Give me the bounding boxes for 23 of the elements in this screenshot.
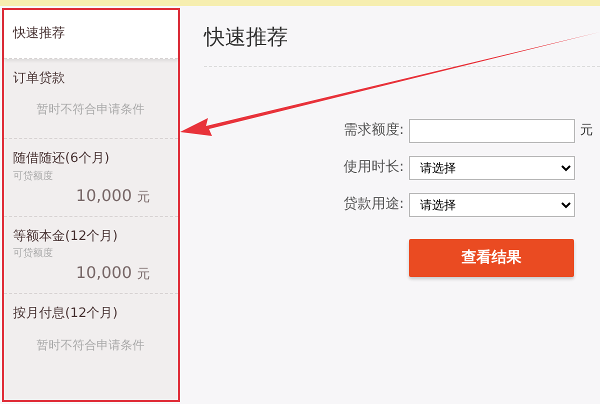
dropdown-select[interactable]: 请选择 <box>409 156 575 180</box>
amount-input[interactable] <box>409 118 575 142</box>
dropdown-select[interactable]: 请选择 <box>409 192 575 216</box>
item-title: 等额本金(12个月) <box>13 228 119 246</box>
sidebar-item[interactable]: 快速推荐 <box>4 10 178 58</box>
amount-caption: 可贷额度 <box>13 170 54 184</box>
submit-button[interactable]: 查看结果 <box>409 238 574 276</box>
sidebar-item[interactable]: 等额本金(12个月) 可贷额度 10,000 元 <box>4 216 178 294</box>
item-title: 随借随还(6个月) <box>13 150 110 168</box>
field-label: 需求额度: <box>342 121 404 140</box>
status-note: 暂时不符合申请条件 <box>36 336 146 354</box>
sidebar-item[interactable]: 随借随还(6个月) 可贷额度 10,000 元 <box>4 139 178 216</box>
item-title: 订单贷款 <box>13 70 66 88</box>
item-title: 按月付息(12个月) <box>13 305 119 323</box>
field-label: 使用时长: <box>342 158 404 177</box>
sidebar-item[interactable]: 订单贷款 暂时不符合申请条件 <box>4 58 178 139</box>
amount-value: 10,000 元 <box>74 184 151 206</box>
amount-caption: 可贷额度 <box>13 246 54 261</box>
unit-label: 元 <box>580 122 593 140</box>
amount-value: 10,000 元 <box>74 262 151 284</box>
sidebar-item[interactable]: 按月付息(12个月) 暂时不符合申请条件 <box>4 294 178 374</box>
field-label: 贷款用途: <box>342 195 404 214</box>
status-note: 暂时不符合申请条件 <box>36 101 146 118</box>
